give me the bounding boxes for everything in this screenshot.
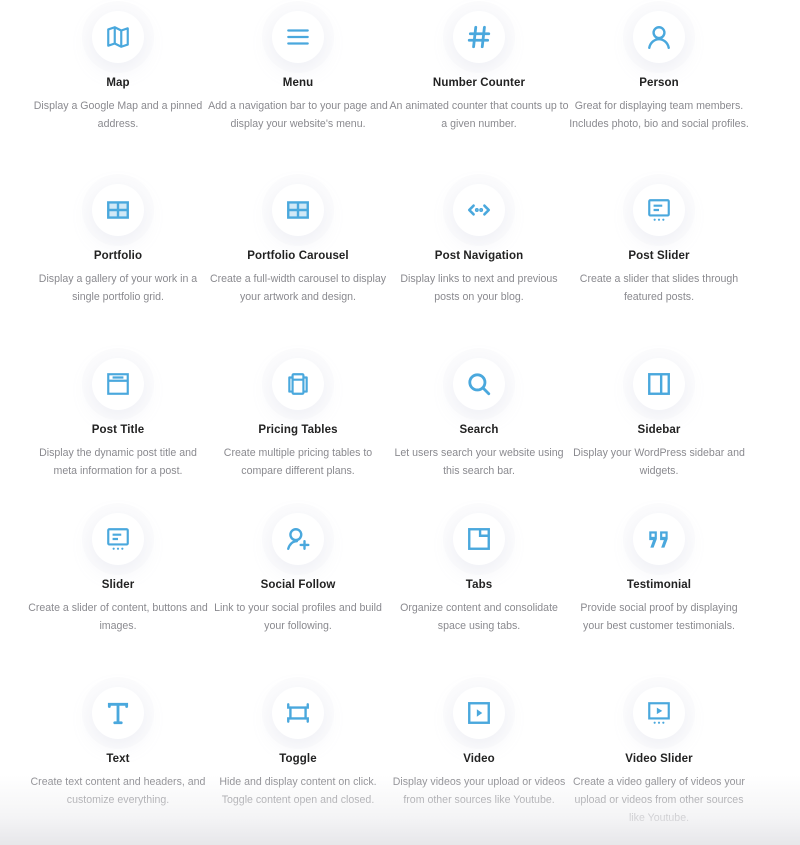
toggle-icon <box>272 687 324 739</box>
text-icon <box>92 687 144 739</box>
slider-icon <box>92 513 144 565</box>
module-title: Portfolio <box>93 250 143 262</box>
post-title-icon <box>92 358 144 410</box>
hash-icon <box>453 11 505 63</box>
module-description: Create a full-width carousel to display … <box>209 273 387 304</box>
module-title: Video <box>463 753 495 765</box>
video-icon <box>453 687 505 739</box>
module-title: Pricing Tables <box>258 424 338 436</box>
module-title: Slider <box>101 579 135 591</box>
module-description: Display the dynamic post title and meta … <box>39 447 197 478</box>
module-title: Toggle <box>279 753 317 765</box>
post-navigation-icon <box>453 184 505 236</box>
module-description: An animated counter that counts up to a … <box>389 100 569 131</box>
grid-icon <box>92 184 144 236</box>
module-description: Display your WordPress sidebar and widge… <box>573 447 745 478</box>
module-title: Social Follow <box>260 579 336 591</box>
module-title: Testimonial <box>626 579 692 591</box>
module-title: Map <box>106 77 130 89</box>
module-description: Create a slider that slides through feat… <box>579 273 739 304</box>
module-description: Display a gallery of your work in a sing… <box>38 273 198 304</box>
module-description: Display a Google Map and a pinned addres… <box>33 100 203 131</box>
module-description: Organize content and consolidate space u… <box>400 602 558 633</box>
module-description: Let users search your website using this… <box>394 447 564 478</box>
module-description: Hide and display content on click. Toggl… <box>219 776 377 807</box>
module-title: Post Slider <box>628 250 690 262</box>
add-user-icon <box>272 513 324 565</box>
module-title: Sidebar <box>637 424 681 436</box>
slider-icon <box>633 184 685 236</box>
module-title: Number Counter <box>432 77 526 89</box>
module-title: Text <box>106 753 130 765</box>
tabs-icon <box>453 513 505 565</box>
module-title: Post Title <box>91 424 145 436</box>
module-description: Great for displaying team members. Inclu… <box>569 100 749 131</box>
module-description: Display links to next and previous posts… <box>400 273 558 304</box>
module-title: Video Slider <box>625 753 693 765</box>
video-slider-icon <box>633 687 685 739</box>
module-description: Add a navigation bar to your page and di… <box>208 100 388 131</box>
module-title: Search <box>459 424 499 436</box>
module-description: Create a slider of content, buttons and … <box>28 602 208 633</box>
module-description: Provide social proof by displaying your … <box>580 602 738 633</box>
module-description: Create a video gallery of videos your up… <box>573 776 745 825</box>
search-icon <box>453 358 505 410</box>
pricing-tables-icon <box>272 358 324 410</box>
module-title: Post Navigation <box>434 250 524 262</box>
module-title: Tabs <box>465 579 493 591</box>
map-icon <box>92 11 144 63</box>
person-icon <box>633 11 685 63</box>
quote-icon <box>633 513 685 565</box>
module-description: Create text content and headers, and cus… <box>30 776 206 807</box>
module-description: Display videos your upload or videos fro… <box>392 776 566 807</box>
module-title: Menu <box>282 77 314 89</box>
module-title: Person <box>639 77 679 89</box>
module-description: Create multiple pricing tables to compar… <box>223 447 373 478</box>
module-title: Portfolio Carousel <box>247 250 349 262</box>
grid-icon <box>272 184 324 236</box>
module-description: Link to your social profiles and build y… <box>214 602 382 633</box>
menu-icon <box>272 11 324 63</box>
sidebar-icon <box>633 358 685 410</box>
